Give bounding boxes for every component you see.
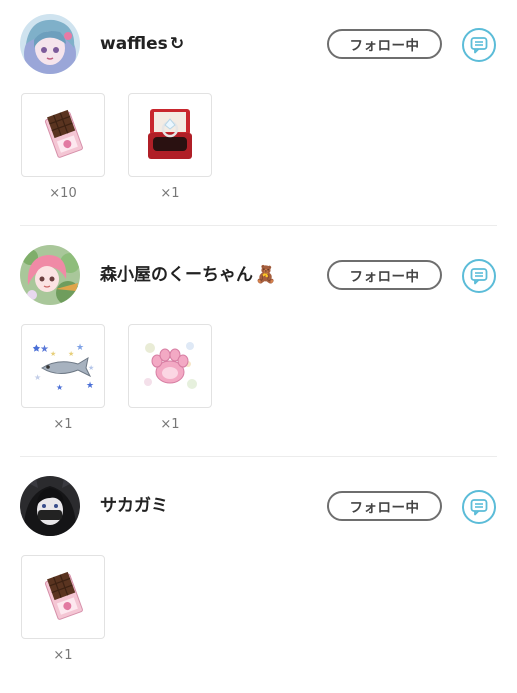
teddy-bear-icon: 🧸 [255, 265, 277, 285]
gift-tile[interactable]: ★ ★ ★ ★ ★ ★ ★ ★ [21, 324, 105, 408]
gift-tile[interactable] [128, 93, 212, 177]
svg-text:★: ★ [34, 373, 41, 382]
message-button[interactable] [462, 259, 496, 293]
gift-count: ×1 [53, 417, 73, 432]
gift-user-entry: サカガミ フォロー中 ×1 [0, 462, 517, 693]
following-button[interactable]: フォロー中 [327, 491, 442, 521]
chocolate-bar-icon [44, 571, 83, 620]
svg-text:★: ★ [50, 350, 56, 358]
svg-text:★: ★ [86, 381, 94, 391]
gift-user-entry: waffles ↻ フォロー中 ×10 ×1 [0, 0, 517, 231]
avatar[interactable] [20, 476, 80, 536]
svg-text:★: ★ [40, 344, 49, 355]
divider [20, 456, 497, 457]
chat-bubble-icon [470, 268, 488, 285]
cat-paw-icon [144, 342, 197, 389]
gift-tile[interactable] [21, 93, 105, 177]
ring-box-icon [148, 109, 192, 159]
gift-count: ×10 [49, 186, 77, 201]
following-button[interactable]: フォロー中 [327, 29, 442, 59]
username[interactable]: サカガミ [100, 490, 168, 522]
gift-user-entry: 森小屋のくーちゃん 🧸 フォロー中 ★ ★ ★ ★ ★ ★ ★ ★ ×1 ×1 [0, 231, 517, 462]
swirl-icon: ↻ [169, 34, 185, 54]
divider [20, 225, 497, 226]
gift-count: ×1 [53, 648, 73, 663]
message-button[interactable] [462, 490, 496, 524]
svg-text:★: ★ [56, 383, 63, 392]
fish-with-stars-icon: ★ ★ ★ ★ ★ ★ ★ ★ [32, 343, 94, 392]
username[interactable]: waffles ↻ [100, 28, 184, 60]
gift-tile[interactable] [128, 324, 212, 408]
svg-text:★: ★ [88, 364, 94, 372]
message-button[interactable] [462, 28, 496, 62]
gift-count: ×1 [160, 417, 180, 432]
svg-text:★: ★ [68, 350, 74, 358]
chocolate-bar-icon [44, 109, 83, 158]
gift-count: ×1 [160, 186, 180, 201]
gift-tile[interactable] [21, 555, 105, 639]
avatar[interactable] [20, 14, 80, 74]
chat-bubble-icon [470, 499, 488, 516]
username[interactable]: 森小屋のくーちゃん 🧸 [100, 259, 276, 291]
svg-text:★: ★ [76, 343, 84, 353]
following-button[interactable]: フォロー中 [327, 260, 442, 290]
chat-bubble-icon [470, 37, 488, 54]
avatar[interactable] [20, 245, 80, 305]
